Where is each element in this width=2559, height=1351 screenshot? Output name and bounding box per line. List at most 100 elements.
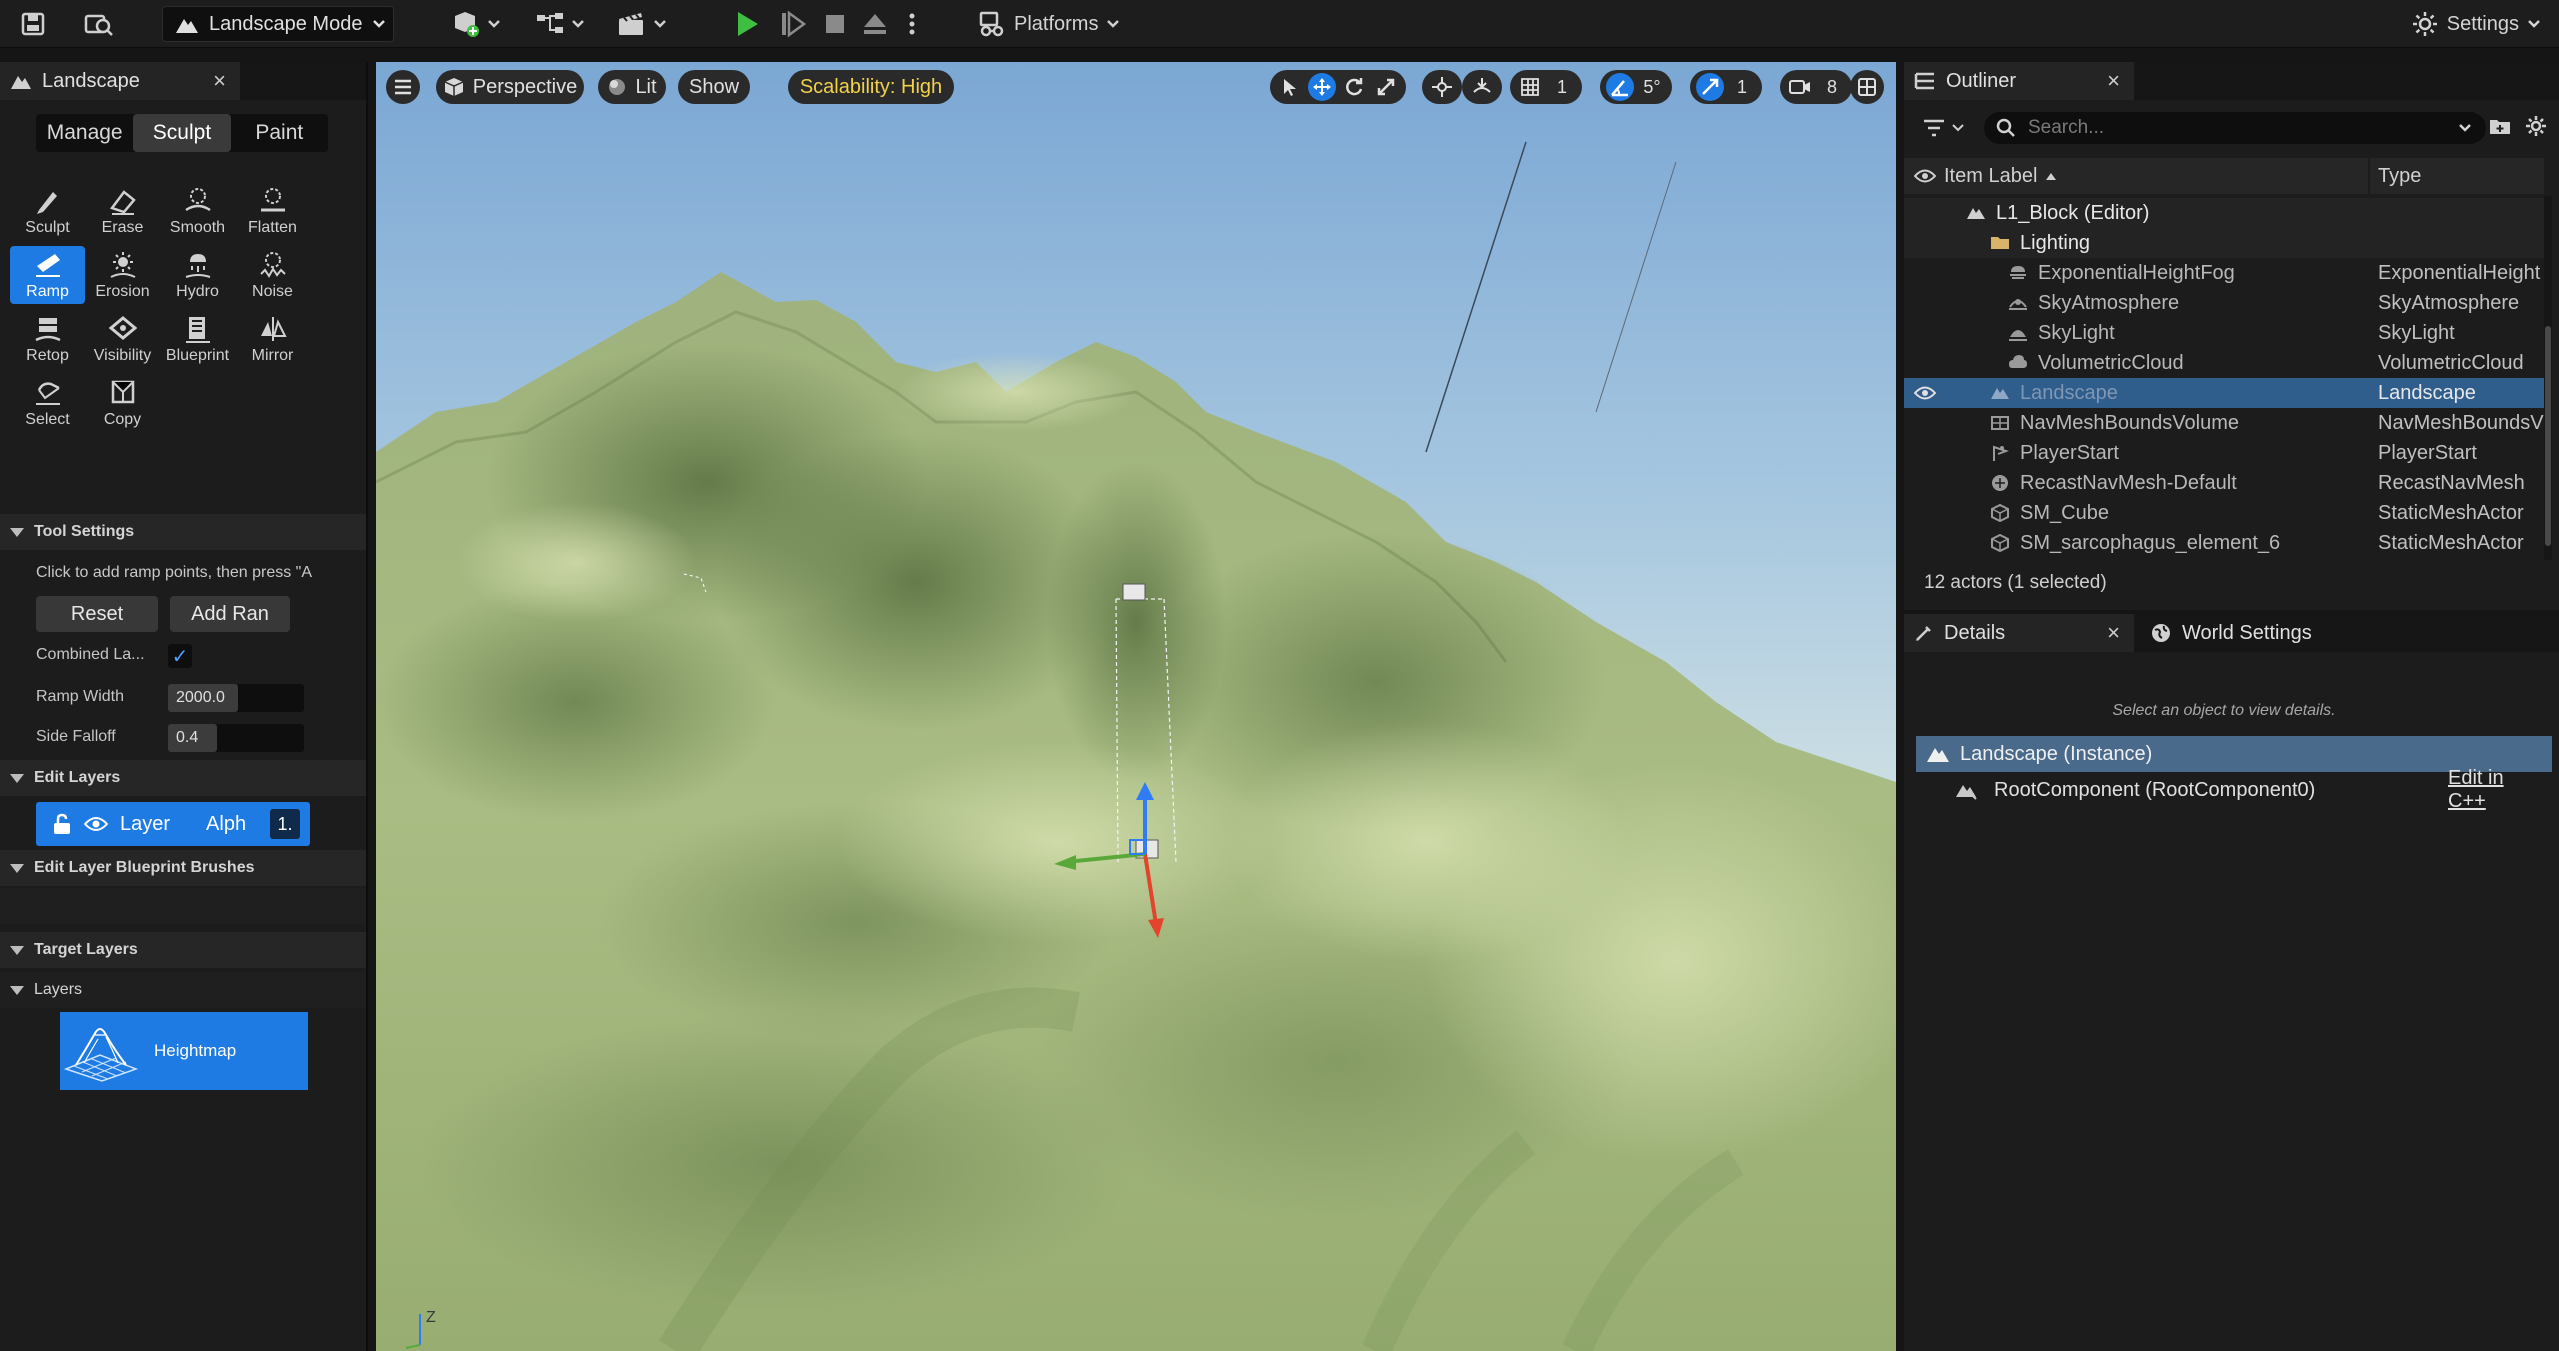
grid-snap-icon[interactable] — [1516, 73, 1544, 101]
combined-layers-checkbox[interactable]: ✓ — [168, 644, 192, 668]
tool-select[interactable]: Select — [10, 374, 85, 432]
close-icon[interactable]: × — [2107, 68, 2120, 94]
outliner-settings-icon[interactable] — [2524, 114, 2548, 138]
mode-selector[interactable]: Landscape Mode — [162, 6, 394, 42]
edit-in-cpp-link[interactable]: Edit in C++ — [2448, 767, 2544, 813]
outliner-row[interactable]: PlayerStart PlayerStart — [1904, 438, 2544, 468]
unlock-icon[interactable] — [52, 813, 72, 835]
world-coordinates-icon[interactable] — [1428, 73, 1456, 101]
rotate-mode-icon[interactable] — [1340, 73, 1368, 101]
translate-mode-icon[interactable] — [1308, 73, 1336, 101]
outliner-scrollbar[interactable] — [2544, 196, 2552, 560]
scalability-button[interactable]: Scalability: High — [788, 70, 954, 104]
tool-blueprint[interactable]: Blueprint — [160, 310, 235, 368]
tool-erosion[interactable]: Erosion — [85, 246, 160, 304]
eye-icon[interactable] — [84, 816, 108, 832]
viewport-layout-button[interactable] — [1850, 70, 1884, 104]
angle-snap-value[interactable]: 5° — [1638, 73, 1666, 101]
add-ramp-button[interactable]: Add Ran — [170, 596, 290, 632]
grid-snap-control: 1 — [1510, 70, 1582, 104]
layer-alpha-field[interactable]: 1. — [270, 809, 300, 839]
filter-button[interactable] — [1922, 118, 1964, 138]
tool-label: Erase — [101, 218, 144, 236]
scale-snap-icon[interactable] — [1696, 73, 1724, 101]
outliner-row[interactable]: SM_sarcophagus_element_6 StaticMeshActor — [1904, 528, 2544, 558]
tab-paint[interactable]: Paint — [231, 114, 328, 152]
stop-icon[interactable] — [820, 8, 850, 40]
tool-erase[interactable]: Erase — [85, 182, 160, 240]
blueprint-icon[interactable] — [530, 8, 590, 40]
save-icon[interactable] — [18, 8, 48, 40]
outliner-search-input[interactable]: Search... — [1984, 112, 2486, 144]
ramp-width-field[interactable]: 2000.0 — [168, 684, 304, 712]
content-browser-icon[interactable] — [82, 8, 116, 40]
heightmap-layer[interactable]: Heightmap — [60, 1012, 308, 1090]
platforms-menu[interactable]: Platforms — [978, 6, 1120, 42]
tool-retop[interactable]: Retop — [10, 310, 85, 368]
camera-speed-icon[interactable] — [1786, 73, 1814, 101]
outliner-row[interactable]: SkyLight SkyLight — [1904, 318, 2544, 348]
details-tab[interactable]: Details × — [1904, 614, 2134, 652]
edit-layers-header[interactable]: Edit Layers — [0, 760, 366, 796]
eject-icon[interactable] — [860, 8, 890, 40]
outliner-row[interactable]: SkyAtmosphere SkyAtmosphere — [1904, 288, 2544, 318]
outliner-row[interactable]: NavMeshBoundsVolume NavMeshBoundsV — [1904, 408, 2544, 438]
side-falloff-field[interactable]: 0.4 — [168, 724, 304, 752]
tool-settings-header[interactable]: Tool Settings — [0, 514, 366, 550]
outliner-row[interactable]: Lighting — [1904, 228, 2544, 258]
outliner-row[interactable]: ExponentialHeightFog ExponentialHeight — [1904, 258, 2544, 288]
world-settings-tab[interactable]: World Settings — [2140, 614, 2380, 652]
settings-menu[interactable]: Settings — [2411, 6, 2541, 42]
outliner-row[interactable]: Landscape Landscape — [1904, 378, 2544, 408]
tool-visibility[interactable]: Visibility — [85, 310, 160, 368]
add-folder-icon[interactable] — [2488, 114, 2512, 138]
landscape-tab[interactable]: Landscape × — [0, 62, 240, 100]
perspective-button[interactable]: Perspective — [436, 70, 584, 104]
outliner-row[interactable]: L1_Block (Editor) — [1904, 198, 2544, 228]
more-icon[interactable] — [904, 8, 920, 40]
cinematics-icon[interactable] — [612, 8, 672, 40]
close-icon[interactable]: × — [213, 68, 226, 94]
reset-button[interactable]: Reset — [36, 596, 158, 632]
camera-speed-value[interactable]: 8 — [1818, 73, 1846, 101]
play-icon[interactable] — [732, 8, 762, 40]
step-icon[interactable] — [778, 8, 808, 40]
landscape-scene[interactable]: Z — [376, 62, 1896, 1351]
level-viewport[interactable]: Z Perspective Lit Show Scalability: High — [376, 62, 1896, 1351]
edit-layer-row[interactable]: Layer Alph 1. — [36, 802, 310, 846]
surface-snap-icon[interactable] — [1468, 73, 1496, 101]
blueprint-brushes-header[interactable]: Edit Layer Blueprint Brushes — [0, 850, 366, 886]
layers-header[interactable]: Layers — [0, 972, 366, 1008]
outliner-status: 12 actors (1 selected) — [1924, 572, 2107, 593]
tab-manage[interactable]: Manage — [36, 114, 133, 152]
tab-sculpt[interactable]: Sculpt — [133, 114, 231, 152]
angle-snap-icon[interactable] — [1606, 73, 1634, 101]
visible-eye-icon[interactable] — [1914, 385, 1936, 401]
scale-snap-value[interactable]: 1 — [1728, 73, 1756, 101]
target-layers-header[interactable]: Target Layers — [0, 932, 366, 968]
scale-mode-icon[interactable] — [1372, 73, 1400, 101]
show-button[interactable]: Show — [678, 70, 750, 104]
tool-mirror[interactable]: Mirror — [235, 310, 310, 368]
grid-snap-value[interactable]: 1 — [1548, 73, 1576, 101]
outliner-tab[interactable]: Outliner × — [1904, 62, 2134, 100]
add-actor-icon[interactable] — [446, 8, 506, 40]
tool-noise[interactable]: Noise — [235, 246, 310, 304]
tool-hydro[interactable]: Hydro — [160, 246, 235, 304]
outliner-row[interactable]: SM_Cube StaticMeshActor — [1904, 498, 2544, 528]
lit-button[interactable]: Lit — [598, 70, 666, 104]
navmesh-icon — [1991, 416, 2009, 430]
tool-sculpt[interactable]: Sculpt — [10, 182, 85, 240]
tool-ramp[interactable]: Ramp — [10, 246, 85, 304]
tool-flatten[interactable]: Flatten — [235, 182, 310, 240]
outliner-row[interactable]: VolumetricCloud VolumetricCloud — [1904, 348, 2544, 378]
select-mode-icon[interactable] — [1276, 73, 1304, 101]
tool-copy[interactable]: Copy — [85, 374, 160, 432]
viewport-menu-button[interactable] — [386, 70, 420, 104]
tool-smooth[interactable]: Smooth — [160, 182, 235, 240]
type-column[interactable]: Type — [2378, 165, 2421, 188]
root-component-row[interactable]: RootComponent (RootComponent0) Edit in C… — [1904, 767, 2544, 812]
close-icon[interactable]: × — [2107, 620, 2120, 646]
outliner-row[interactable]: RecastNavMesh-Default RecastNavMesh — [1904, 468, 2544, 498]
item-label-column[interactable]: Item Label — [1944, 165, 2057, 188]
